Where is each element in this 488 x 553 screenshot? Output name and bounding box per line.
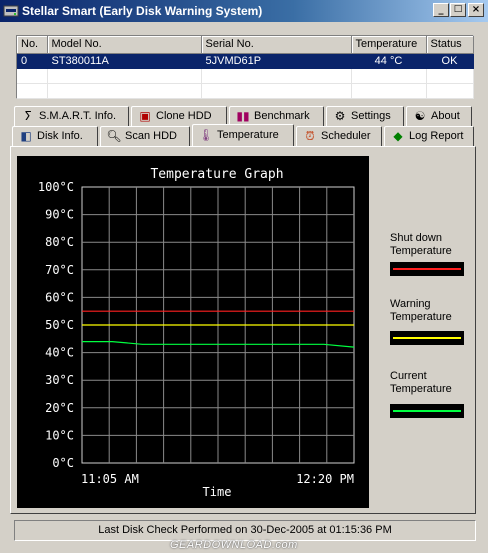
minimize-button[interactable]: _ [433, 3, 449, 17]
y-tick-label: 0°C [52, 456, 74, 470]
cell-serial: 5JVMD61P [201, 53, 352, 69]
maximize-button[interactable]: □ [450, 3, 466, 17]
cell-model: ST380011A [47, 53, 202, 69]
tab-benchmark[interactable]: ▮▮ Benchmark [229, 106, 324, 126]
y-tick-label: 100°C [38, 180, 74, 194]
legend-shutdown-swatch [390, 262, 464, 276]
y-tick-label: 90°C [45, 208, 74, 222]
header-serial[interactable]: Serial No. [201, 36, 352, 54]
empty-row [17, 68, 474, 84]
header-status[interactable]: Status [426, 36, 474, 54]
y-tick-label: 30°C [45, 373, 74, 387]
benchmark-icon: ▮▮ [236, 109, 250, 123]
tab-label: About [431, 110, 460, 122]
tab-clone-hdd[interactable]: ▣ Clone HDD [131, 106, 227, 126]
app-icon [3, 5, 19, 17]
tab-label: Scheduler [321, 130, 371, 142]
tab-about[interactable]: ☯ About [406, 106, 472, 126]
title-bar: Stellar Smart (Early Disk Warning System… [0, 0, 488, 22]
table-row[interactable]: 0 ST380011A 5JVMD61P 44 °C OK [17, 53, 474, 69]
tab-label: Clone HDD [156, 110, 212, 122]
disk-list-header: No. Model No. Serial No. Temperature Sta… [17, 36, 474, 54]
window-title: Stellar Smart (Early Disk Warning System… [22, 4, 263, 18]
cell-status: OK [426, 53, 474, 69]
x-tick-label: 11:05 AM [81, 472, 139, 486]
chart-title: Temperature Graph [150, 167, 283, 182]
status-bar: Last Disk Check Performed on 30-Dec-2005… [14, 520, 476, 541]
tab-label: Log Report [409, 130, 464, 142]
y-tick-label: 50°C [45, 318, 74, 332]
tab-settings[interactable]: ⚙ Settings [326, 106, 404, 126]
header-temperature[interactable]: Temperature [351, 36, 427, 54]
legend-warning-label: Warning Temperature [390, 298, 452, 323]
x-axis-label: Time [203, 485, 232, 499]
y-tick-label: 80°C [45, 235, 74, 249]
tab-label: S.M.A.R.T. Info. [39, 110, 117, 122]
y-tick-label: 70°C [45, 263, 74, 277]
tab-smart-info[interactable]: ⵢ S.M.A.R.T. Info. [14, 106, 129, 126]
tab-label: Scan HDD [125, 130, 177, 142]
y-tick-label: 20°C [45, 401, 74, 415]
tab-scheduler[interactable]: ⏰︎ Scheduler [296, 126, 382, 146]
close-button[interactable]: × [468, 3, 484, 17]
clone-icon: ▣ [139, 109, 151, 123]
y-tick-label: 40°C [45, 346, 74, 360]
legend-current-label: Current Temperature [390, 370, 452, 395]
scan-icon: 🔍︎ [106, 129, 122, 143]
y-tick-label: 60°C [45, 290, 74, 304]
cell-no: 0 [17, 53, 48, 69]
about-icon: ☯ [414, 109, 426, 123]
y-tick-label: 10°C [45, 428, 74, 442]
empty-row [17, 83, 474, 99]
tab-label: Temperature [217, 129, 279, 141]
header-model[interactable]: Model No. [47, 36, 202, 54]
temperature-chart: Temperature Graph 100°C 90°C 80°C 70°C 60°C 50… [38, 167, 355, 499]
thermometer-icon: 🌡︎ [198, 128, 214, 142]
legend-warning-swatch [390, 331, 464, 345]
x-tick-label: 12:20 PM [296, 472, 354, 486]
legend-current-swatch [390, 404, 464, 418]
temperature-graph: Temperature Graph 100°C 90°C 80°C 70°C 60°C 50… [17, 156, 369, 508]
disk-icon: ◧ [20, 129, 32, 143]
smart-icon: ⵢ [24, 109, 32, 123]
watermark-text: GEARDOWNLOAD.com [170, 539, 298, 551]
log-icon: ◆ [393, 129, 403, 143]
tab-log-report[interactable]: ◆ Log Report [384, 126, 474, 146]
disk-list[interactable]: No. Model No. Serial No. Temperature Sta… [16, 35, 474, 99]
settings-icon: ⚙ [334, 109, 346, 123]
tab-scan-hdd[interactable]: 🔍︎ Scan HDD [100, 126, 190, 146]
tab-label: Benchmark [254, 110, 310, 122]
tab-temperature[interactable]: 🌡︎ Temperature [192, 124, 294, 146]
cell-temperature: 44 °C [351, 53, 427, 69]
header-no[interactable]: No. [17, 36, 48, 54]
tab-label: Settings [351, 110, 391, 122]
clock-icon: ⏰︎ [305, 129, 315, 143]
tab-label: Disk Info. [37, 130, 83, 142]
legend-shutdown-label: Shut down Temperature [390, 232, 452, 257]
tab-disk-info[interactable]: ◧ Disk Info. [12, 126, 98, 146]
